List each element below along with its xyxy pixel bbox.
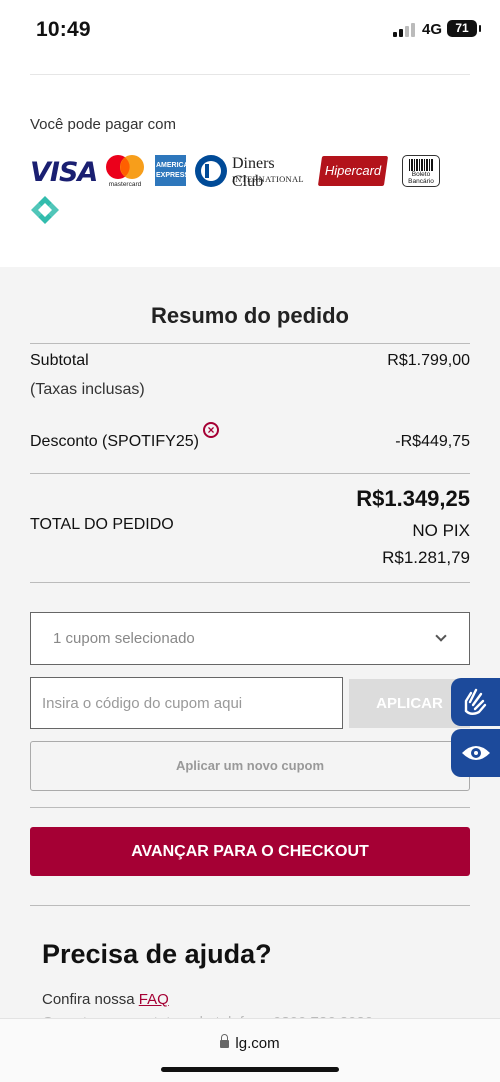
- coupon-select-value: 1 cupom selecionado: [53, 630, 195, 647]
- diners-circle-icon: [195, 155, 227, 187]
- diners-sub: INTERNATIONAL: [232, 174, 304, 184]
- boleto-logo: Boleto Bancário: [402, 155, 440, 187]
- status-time: 10:49: [36, 18, 91, 41]
- barcode-icon: [409, 159, 433, 171]
- subtotal-value: R$1.799,00: [387, 352, 470, 369]
- coupon-code-input[interactable]: [30, 677, 343, 729]
- status-bar: 10:49 4G 71: [0, 0, 500, 60]
- home-indicator[interactable]: [161, 1067, 339, 1072]
- network-type: 4G: [422, 21, 443, 38]
- boleto-label: Boleto Bancário: [408, 171, 434, 185]
- tax-note: (Taxas inclusas): [30, 381, 145, 398]
- pix-value: R$1.281,79: [382, 548, 470, 567]
- discount-value: -R$449,75: [395, 433, 470, 450]
- chevron-down-icon: [435, 630, 447, 642]
- divider: [30, 343, 470, 344]
- order-summary-panel: Resumo do pedido Subtotal R$1.799,00 (Ta…: [0, 267, 500, 1082]
- pix-label: NO PIX: [412, 521, 470, 540]
- visa-logo: VISA: [30, 157, 98, 188]
- svg-text:mastercard: mastercard: [109, 181, 142, 188]
- pix-logo: [30, 195, 60, 225]
- sign-language-button[interactable]: [451, 678, 500, 726]
- payment-methods-row: VISA mastercard AMERICAN EXPRESS Diners …: [30, 154, 470, 190]
- divider: [30, 807, 470, 808]
- discount-label: Desconto (SPOTIFY25): [30, 433, 199, 450]
- faq-line: Confira nossa FAQ: [42, 991, 169, 1008]
- divider: [30, 473, 470, 474]
- remove-coupon-icon[interactable]: ×: [203, 422, 219, 438]
- divider: [30, 905, 470, 906]
- sign-language-icon: [464, 688, 487, 715]
- eye-icon: [462, 746, 490, 760]
- subtotal-label: Subtotal: [30, 352, 89, 369]
- url-display[interactable]: lg.com: [0, 1034, 500, 1052]
- browser-address-bar[interactable]: lg.com: [0, 1018, 500, 1082]
- hipercard-logo: Hipercard: [317, 156, 389, 186]
- cellular-signal-icon: [393, 23, 417, 37]
- coupon-select[interactable]: 1 cupom selecionado: [30, 612, 470, 665]
- summary-title: Resumo do pedido: [151, 303, 349, 328]
- lock-icon: [220, 1034, 230, 1048]
- total-value: R$1.349,25: [356, 486, 470, 511]
- mastercard-logo: mastercard: [105, 154, 145, 188]
- help-title: Precisa de ajuda?: [42, 939, 272, 969]
- faq-link[interactable]: FAQ: [139, 991, 169, 1008]
- amex-logo: AMERICAN EXPRESS: [155, 155, 194, 186]
- url-text: lg.com: [235, 1035, 280, 1052]
- checkout-button[interactable]: AVANÇAR PARA O CHECKOUT: [30, 827, 470, 876]
- visual-accessibility-button[interactable]: [451, 729, 500, 777]
- total-label: TOTAL DO PEDIDO: [30, 516, 174, 533]
- new-coupon-button[interactable]: Aplicar um novo cupom: [30, 741, 470, 791]
- diners-club-logo: Diners Club INTERNATIONAL: [195, 155, 307, 190]
- payment-methods-label: Você pode pagar com: [30, 116, 176, 133]
- divider: [30, 74, 470, 75]
- divider: [30, 582, 470, 583]
- faq-prefix: Confira nossa: [42, 991, 135, 1008]
- battery-icon: 71: [447, 20, 481, 37]
- diners-name: Diners Club: [232, 155, 275, 190]
